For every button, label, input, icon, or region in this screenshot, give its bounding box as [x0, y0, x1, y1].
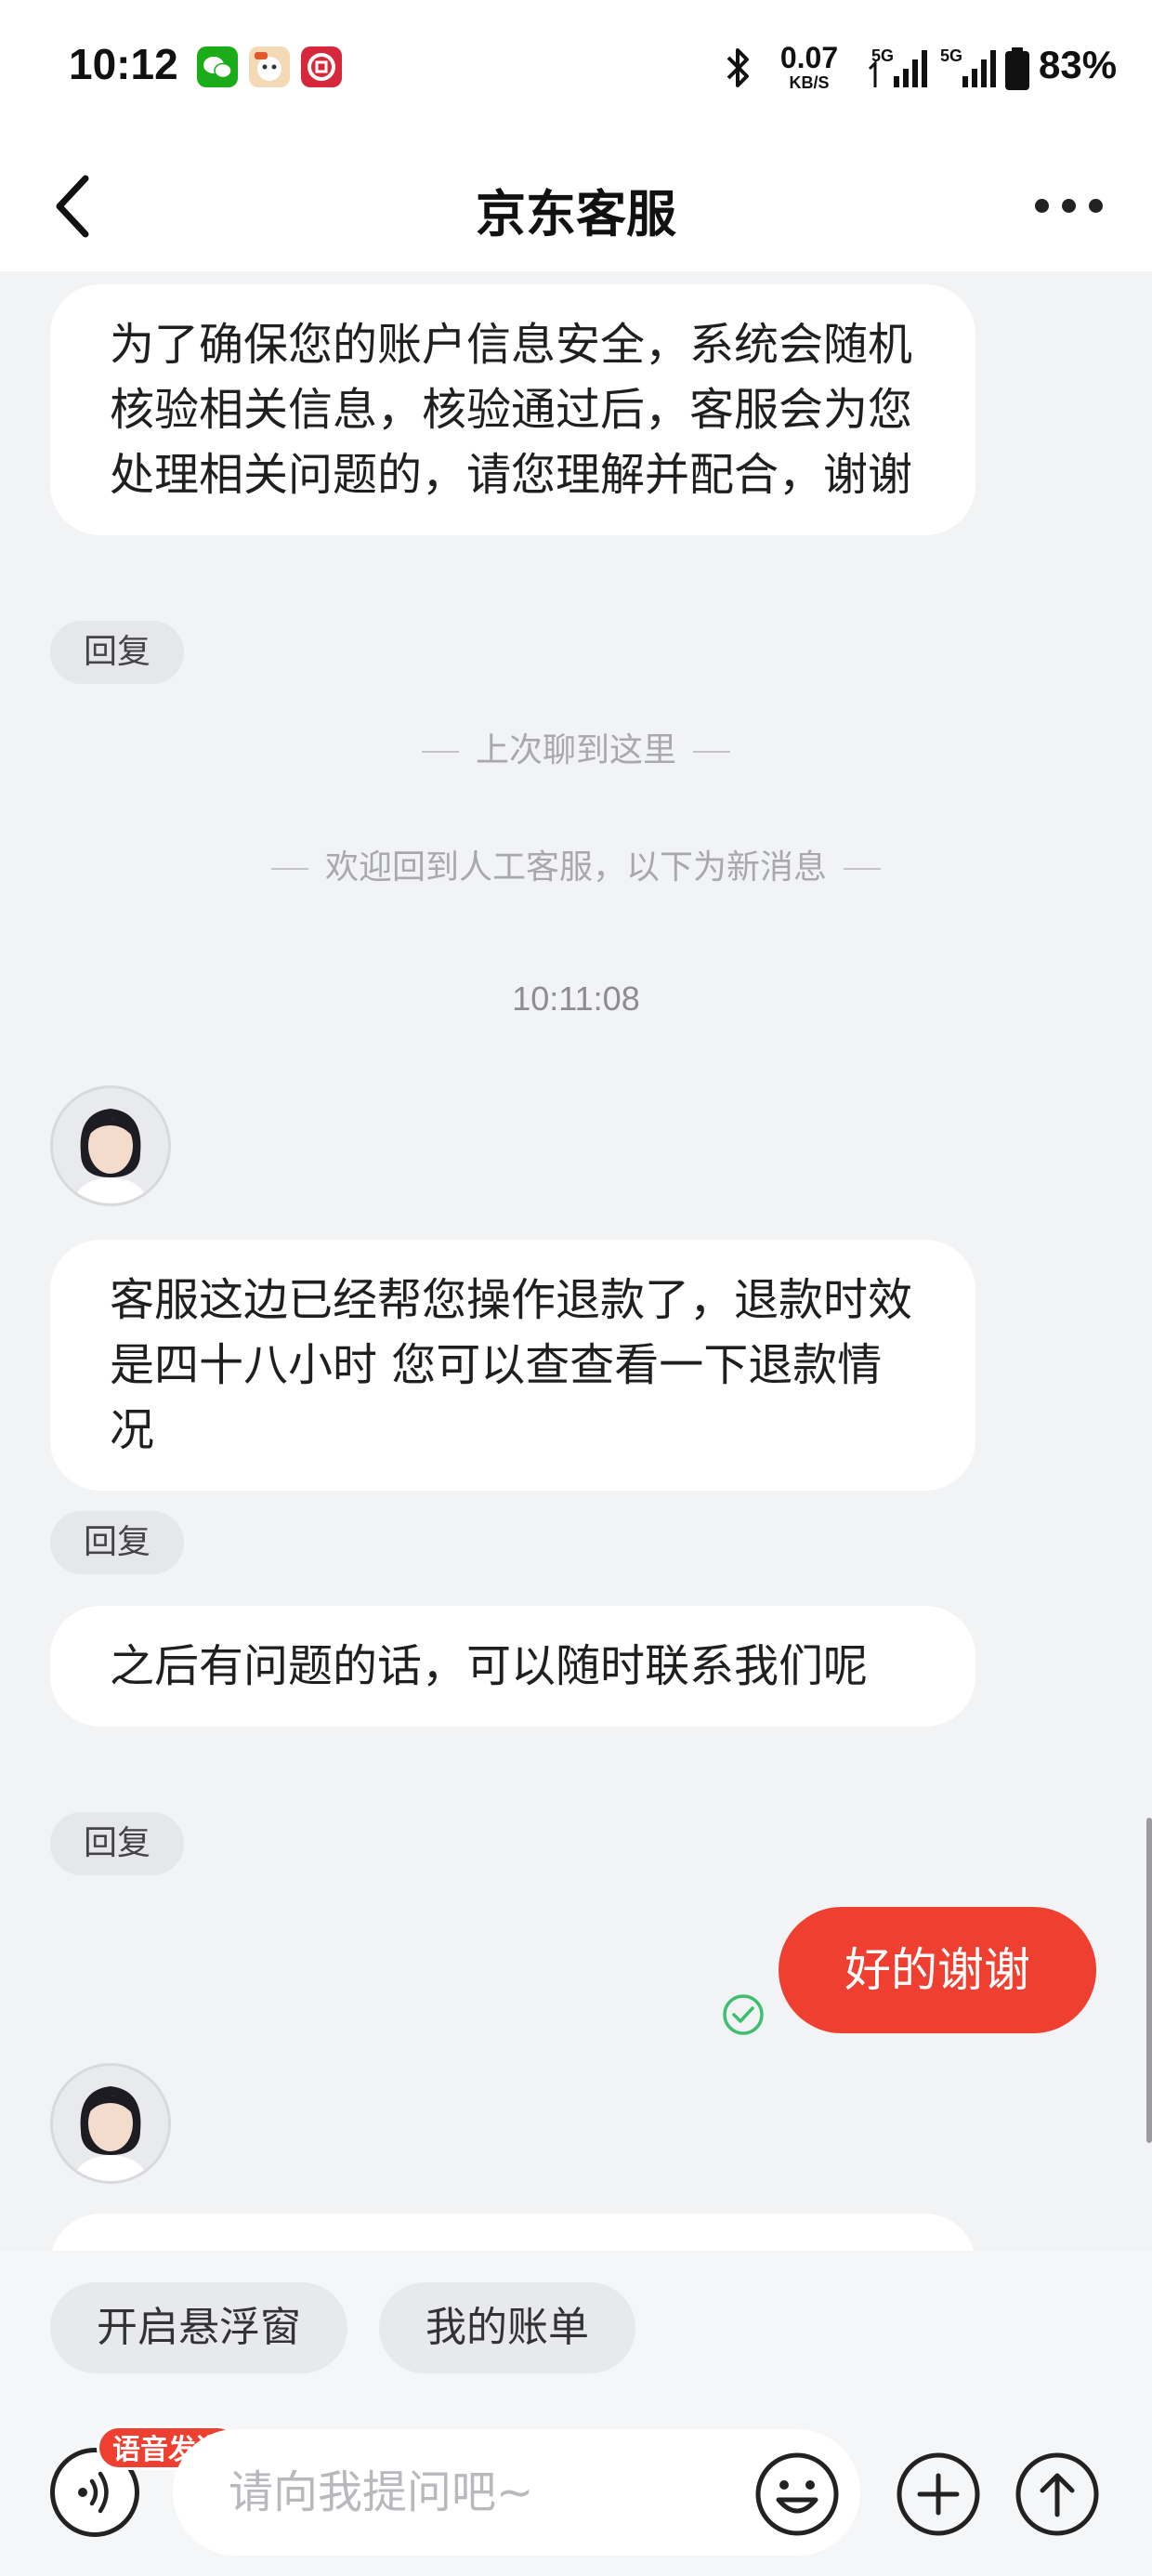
chat-message-list[interactable]: 为了确保您的账户信息安全，系统会随机核验相关信息，核验通过后，客服会为您处理相关…: [0, 271, 1152, 2251]
reply-button[interactable]: 回复: [50, 1511, 184, 1574]
open-float-window-button[interactable]: 开启悬浮窗: [50, 2282, 347, 2373]
wechat-notification-icon: [197, 46, 238, 87]
navigation-bar: 京东客服: [0, 139, 1152, 271]
page-title: 京东客服: [476, 185, 676, 243]
agent-avatar[interactable]: [50, 2063, 171, 2184]
add-attachment-icon[interactable]: [894, 2450, 983, 2539]
network-speed-unit: KB/S: [789, 73, 830, 92]
status-bar: 10:12 0.07 KB/S 5G 5G 83%: [0, 0, 1152, 139]
agent-message-bubble: 之后有问题的话，可以随时联系我们呢: [50, 1606, 975, 1727]
message-read-check-icon: [723, 1994, 764, 2035]
battery-percentage: 83%: [1039, 43, 1118, 86]
agent-avatar-icon: [53, 2066, 168, 2181]
last-read-divider-text: 上次聊到这里: [475, 731, 676, 769]
quick-actions-bar: 开启悬浮窗 我的账单: [0, 2251, 1152, 2373]
send-arrow-icon[interactable]: [1013, 2450, 1102, 2539]
emoji-icon[interactable]: [753, 2450, 842, 2539]
bluetooth-icon: [727, 48, 749, 87]
bank-notification-icon: [301, 46, 342, 87]
agent-avatar[interactable]: [50, 1085, 171, 1206]
battery-icon: [1005, 47, 1029, 90]
message-timestamp: 10:11:08: [512, 979, 640, 1018]
reply-button[interactable]: 回复: [50, 1812, 184, 1875]
my-bill-button[interactable]: 我的账单: [379, 2282, 635, 2373]
signal-2-label: 5G: [940, 46, 962, 65]
agent-message-bubble-partial: [50, 2214, 975, 2251]
last-read-divider: 上次聊到这里: [0, 723, 1152, 771]
welcome-back-divider-text: 欢迎回到人工客服，以下为新消息: [324, 848, 827, 887]
agent-avatar-icon: [53, 1088, 168, 1203]
message-input-bar: 语音发送: [0, 2373, 1152, 2576]
network-speed-value: 0.07: [779, 41, 839, 74]
network-speed: 0.07 KB/S: [770, 43, 848, 91]
reply-button[interactable]: 回复: [50, 621, 184, 684]
user-message-bubble: 好的谢谢: [779, 1907, 1096, 2033]
chat-scrollbar[interactable]: [1146, 1818, 1152, 2143]
welcome-back-divider: 欢迎回到人工客服，以下为新消息: [0, 840, 1152, 888]
status-time: 10:12: [69, 40, 178, 88]
more-options-icon[interactable]: [1035, 195, 1104, 216]
agent-message-bubble: 为了确保您的账户信息安全，系统会随机核验相关信息，核验通过后，客服会为您处理相关…: [50, 284, 975, 535]
app-notification-icon: [249, 46, 290, 87]
signal-5g-icon-2: 5G: [940, 46, 996, 87]
agent-message-bubble: 客服这边已经帮您操作退款了，退款时效是四十八小时 您可以查查看一下退款情况: [50, 1240, 975, 1491]
signal-5g-icon: 5G: [868, 46, 927, 87]
